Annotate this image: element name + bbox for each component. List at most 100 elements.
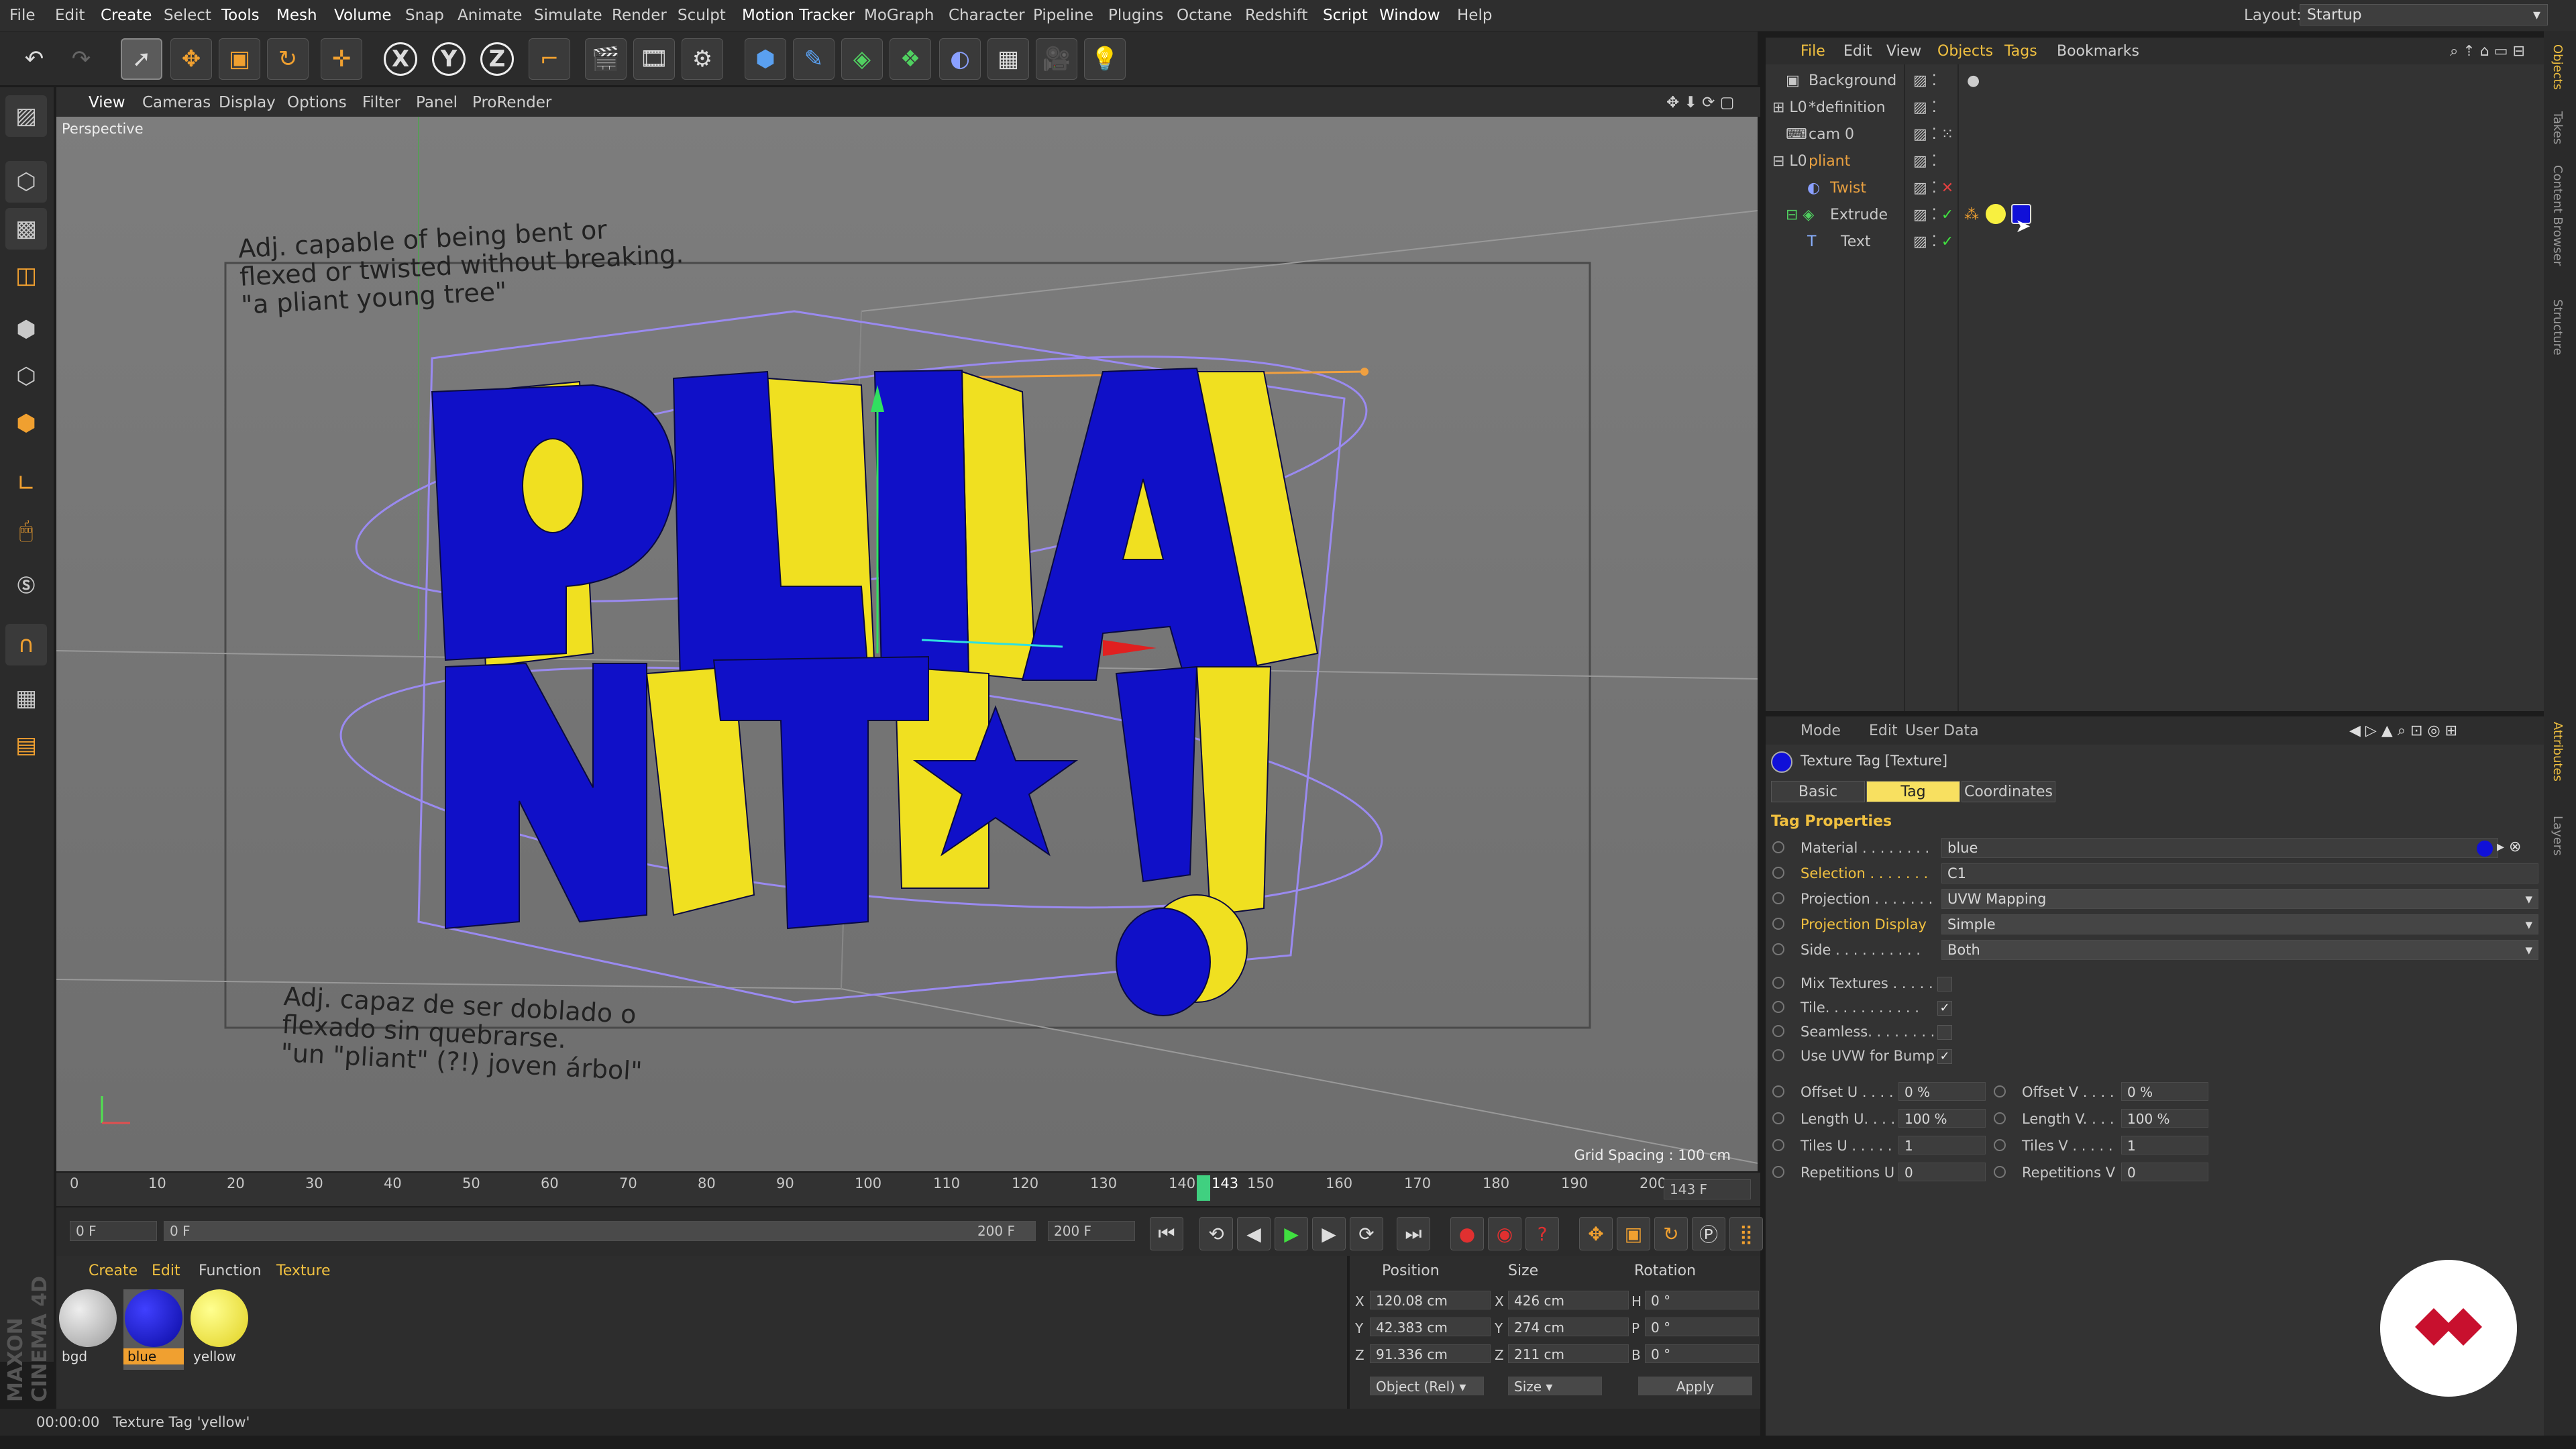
object-row-extrude[interactable]: ⊟ ◈ Extrude ▨ ⁚ ✓ ⁂ ➤	[1766, 201, 2544, 237]
side-select[interactable]: Both ▾	[1941, 940, 2538, 960]
workplane-icon[interactable]: ◫	[5, 255, 47, 297]
render-picture-viewer-icon[interactable]: 🎞	[633, 38, 675, 80]
material-bgd[interactable]: bgd	[58, 1289, 118, 1370]
object-row-cam0[interactable]: ⌨ cam 0 ▨ ⁚ ⁙	[1766, 121, 2544, 148]
search-icon[interactable]: ⌕ ⇡ ⌂ ▭ ⊟	[2450, 43, 2525, 60]
go-to-start-icon[interactable]: ⏮	[1150, 1217, 1183, 1250]
prev-frame-icon[interactable]: ◀	[1237, 1217, 1271, 1250]
tiles-v-field[interactable]: 1	[2121, 1136, 2208, 1155]
side-tab-takes[interactable]: Takes	[2551, 111, 2565, 144]
side-tab-content-browser[interactable]: Content Browser	[2551, 165, 2565, 266]
redo-icon[interactable]: ↷	[60, 38, 102, 80]
quantize-icon[interactable]: ▤	[5, 724, 47, 766]
rotate-tool-icon[interactable]: ↻	[267, 38, 309, 80]
timeline-ruler[interactable]: 0 10 20 30 40 50 60 70 80 90 100 110 120 130 140 150 160…	[56, 1173, 1760, 1206]
side-tab-attributes[interactable]: Attributes	[2551, 722, 2565, 782]
menu-simulate[interactable]: Simulate	[534, 7, 602, 24]
animate-dot[interactable]	[1772, 1085, 1784, 1097]
offset-v-field[interactable]: 0 %	[2121, 1082, 2208, 1101]
animate-dot[interactable]	[1772, 1166, 1784, 1178]
floor-icon[interactable]: ▦	[987, 38, 1029, 80]
coordinate-system-icon[interactable]: ⌐	[529, 38, 570, 80]
viewport[interactable]: Perspective Adj. capable of being bent o…	[56, 117, 1758, 1171]
polygons-mode-icon[interactable]: ⬢	[5, 402, 47, 444]
cloner-icon[interactable]: ❖	[890, 38, 931, 80]
current-frame-field[interactable]: 143 F	[1664, 1179, 1751, 1199]
play-icon[interactable]: ▶	[1275, 1217, 1308, 1250]
animate-dot[interactable]	[1994, 1085, 2006, 1097]
menu-sculpt[interactable]: Sculpt	[678, 7, 726, 24]
camera-icon[interactable]: 🎥	[1036, 38, 1077, 80]
visibility-icon[interactable]: ▨ ⁚ ⁙	[1913, 126, 1953, 143]
visibility-icon[interactable]: ▨ ⁚	[1913, 99, 1937, 116]
cube-icon[interactable]: ⬢	[745, 38, 786, 80]
vp-menu-prorender[interactable]: ProRender	[472, 94, 551, 111]
menu-animate[interactable]: Animate	[458, 7, 522, 24]
rotation-h-field[interactable]: 0 °	[1645, 1291, 1759, 1309]
mat-menu-create[interactable]: Create	[89, 1263, 138, 1279]
animate-dot[interactable]	[1772, 1001, 1784, 1013]
vp-menu-view[interactable]: View	[89, 94, 125, 111]
menu-snap[interactable]: Snap	[405, 7, 444, 24]
vp-menu-display[interactable]: Display	[219, 94, 276, 111]
attr-menu-user-data[interactable]: User Data	[1905, 722, 1979, 739]
subdivision-icon[interactable]: ◈	[841, 38, 883, 80]
mat-menu-texture[interactable]: Texture	[276, 1263, 331, 1279]
key-rotation-icon[interactable]: ↻	[1654, 1217, 1688, 1250]
length-u-field[interactable]: 100 %	[1898, 1109, 1986, 1128]
obj-menu-objects[interactable]: Objects	[1937, 43, 1993, 60]
animate-dot[interactable]	[1772, 1049, 1784, 1061]
snapping-icon[interactable]: Ⓢ	[5, 564, 47, 605]
animate-dot[interactable]	[1772, 1112, 1784, 1124]
visibility-icon[interactable]: ▨ ⁚	[1913, 72, 1937, 89]
y-axis-toggle[interactable]: Y	[432, 42, 466, 76]
menu-render[interactable]: Render	[612, 7, 667, 24]
animate-dot[interactable]	[1772, 892, 1784, 904]
menu-script[interactable]: Script	[1323, 7, 1368, 24]
side-tab-structure[interactable]: Structure	[2551, 299, 2565, 356]
x-axis-toggle[interactable]: X	[384, 42, 417, 76]
z-axis-toggle[interactable]: Z	[480, 42, 514, 76]
render-settings-icon[interactable]: ⚙	[682, 38, 723, 80]
next-key-icon[interactable]: ⟳	[1350, 1217, 1383, 1250]
size-y-field[interactable]: 274 cm	[1508, 1318, 1629, 1336]
animate-dot[interactable]	[1994, 1112, 2006, 1124]
seamless-checkbox[interactable]	[1937, 1025, 1952, 1040]
animate-dot[interactable]	[1772, 867, 1784, 879]
repetitions-v-field[interactable]: 0	[2121, 1163, 2208, 1181]
menu-help[interactable]: Help	[1457, 7, 1492, 24]
mat-menu-edit[interactable]: Edit	[152, 1263, 180, 1279]
nav-back-icon[interactable]: ◀ ▷ ▲ ⌕ ⊡ ◎ ⊞	[2349, 722, 2457, 739]
prev-key-icon[interactable]: ⟲	[1199, 1217, 1233, 1250]
position-y-field[interactable]: 42.383 cm	[1370, 1318, 1491, 1336]
offset-u-field[interactable]: 0 %	[1898, 1082, 1986, 1101]
object-row-pliant[interactable]: ⊟ L0 pliant ▨ ⁚	[1766, 148, 2544, 174]
animate-dot[interactable]	[1772, 918, 1784, 930]
projection-display-select[interactable]: Simple ▾	[1941, 914, 2538, 934]
visibility-icon[interactable]: ▨ ⁚ ✓	[1913, 233, 1953, 250]
vp-menu-cameras[interactable]: Cameras	[142, 94, 211, 111]
tiles-u-field[interactable]: 1	[1898, 1136, 1986, 1155]
viewport-nav-icon[interactable]: ✥ ⬇ ⟳ ▢	[1666, 94, 1734, 111]
axis-mode-icon[interactable]: ∟	[5, 463, 47, 504]
material-blue[interactable]: blue	[123, 1289, 184, 1370]
coord-mode-select[interactable]: Object (Rel) ▾	[1370, 1377, 1484, 1395]
move-tool-icon[interactable]: ✥	[170, 38, 212, 80]
deformer-icon[interactable]: ◐	[939, 38, 981, 80]
obj-menu-tags[interactable]: Tags	[2004, 43, 2037, 60]
position-x-field[interactable]: 120.08 cm	[1370, 1291, 1491, 1309]
tab-tag[interactable]: Tag	[1866, 781, 1960, 802]
animate-dot[interactable]	[1772, 841, 1784, 853]
object-row-definition[interactable]: ⊞ L0 *definition ▨ ⁚	[1766, 94, 2544, 121]
object-row-background[interactable]: ▣ Background ▨ ⁚ ●	[1766, 67, 2544, 94]
animate-dot[interactable]	[1772, 1025, 1784, 1037]
visibility-icon[interactable]: ▨ ⁚ ✓	[1913, 207, 1953, 223]
link-menu-icon[interactable]: ▸ ⊗	[2497, 839, 2521, 855]
light-icon[interactable]: 💡	[1084, 38, 1126, 80]
side-tab-objects[interactable]: Objects	[2551, 44, 2565, 90]
size-mode-select[interactable]: Size ▾	[1508, 1377, 1602, 1395]
tile-checkbox[interactable]: ✓	[1937, 1001, 1952, 1016]
tab-coordinates[interactable]: Coordinates	[1962, 781, 2055, 802]
menu-plugins[interactable]: Plugins	[1108, 7, 1163, 24]
phong-tag-icon[interactable]: ⁂	[1964, 207, 1979, 223]
